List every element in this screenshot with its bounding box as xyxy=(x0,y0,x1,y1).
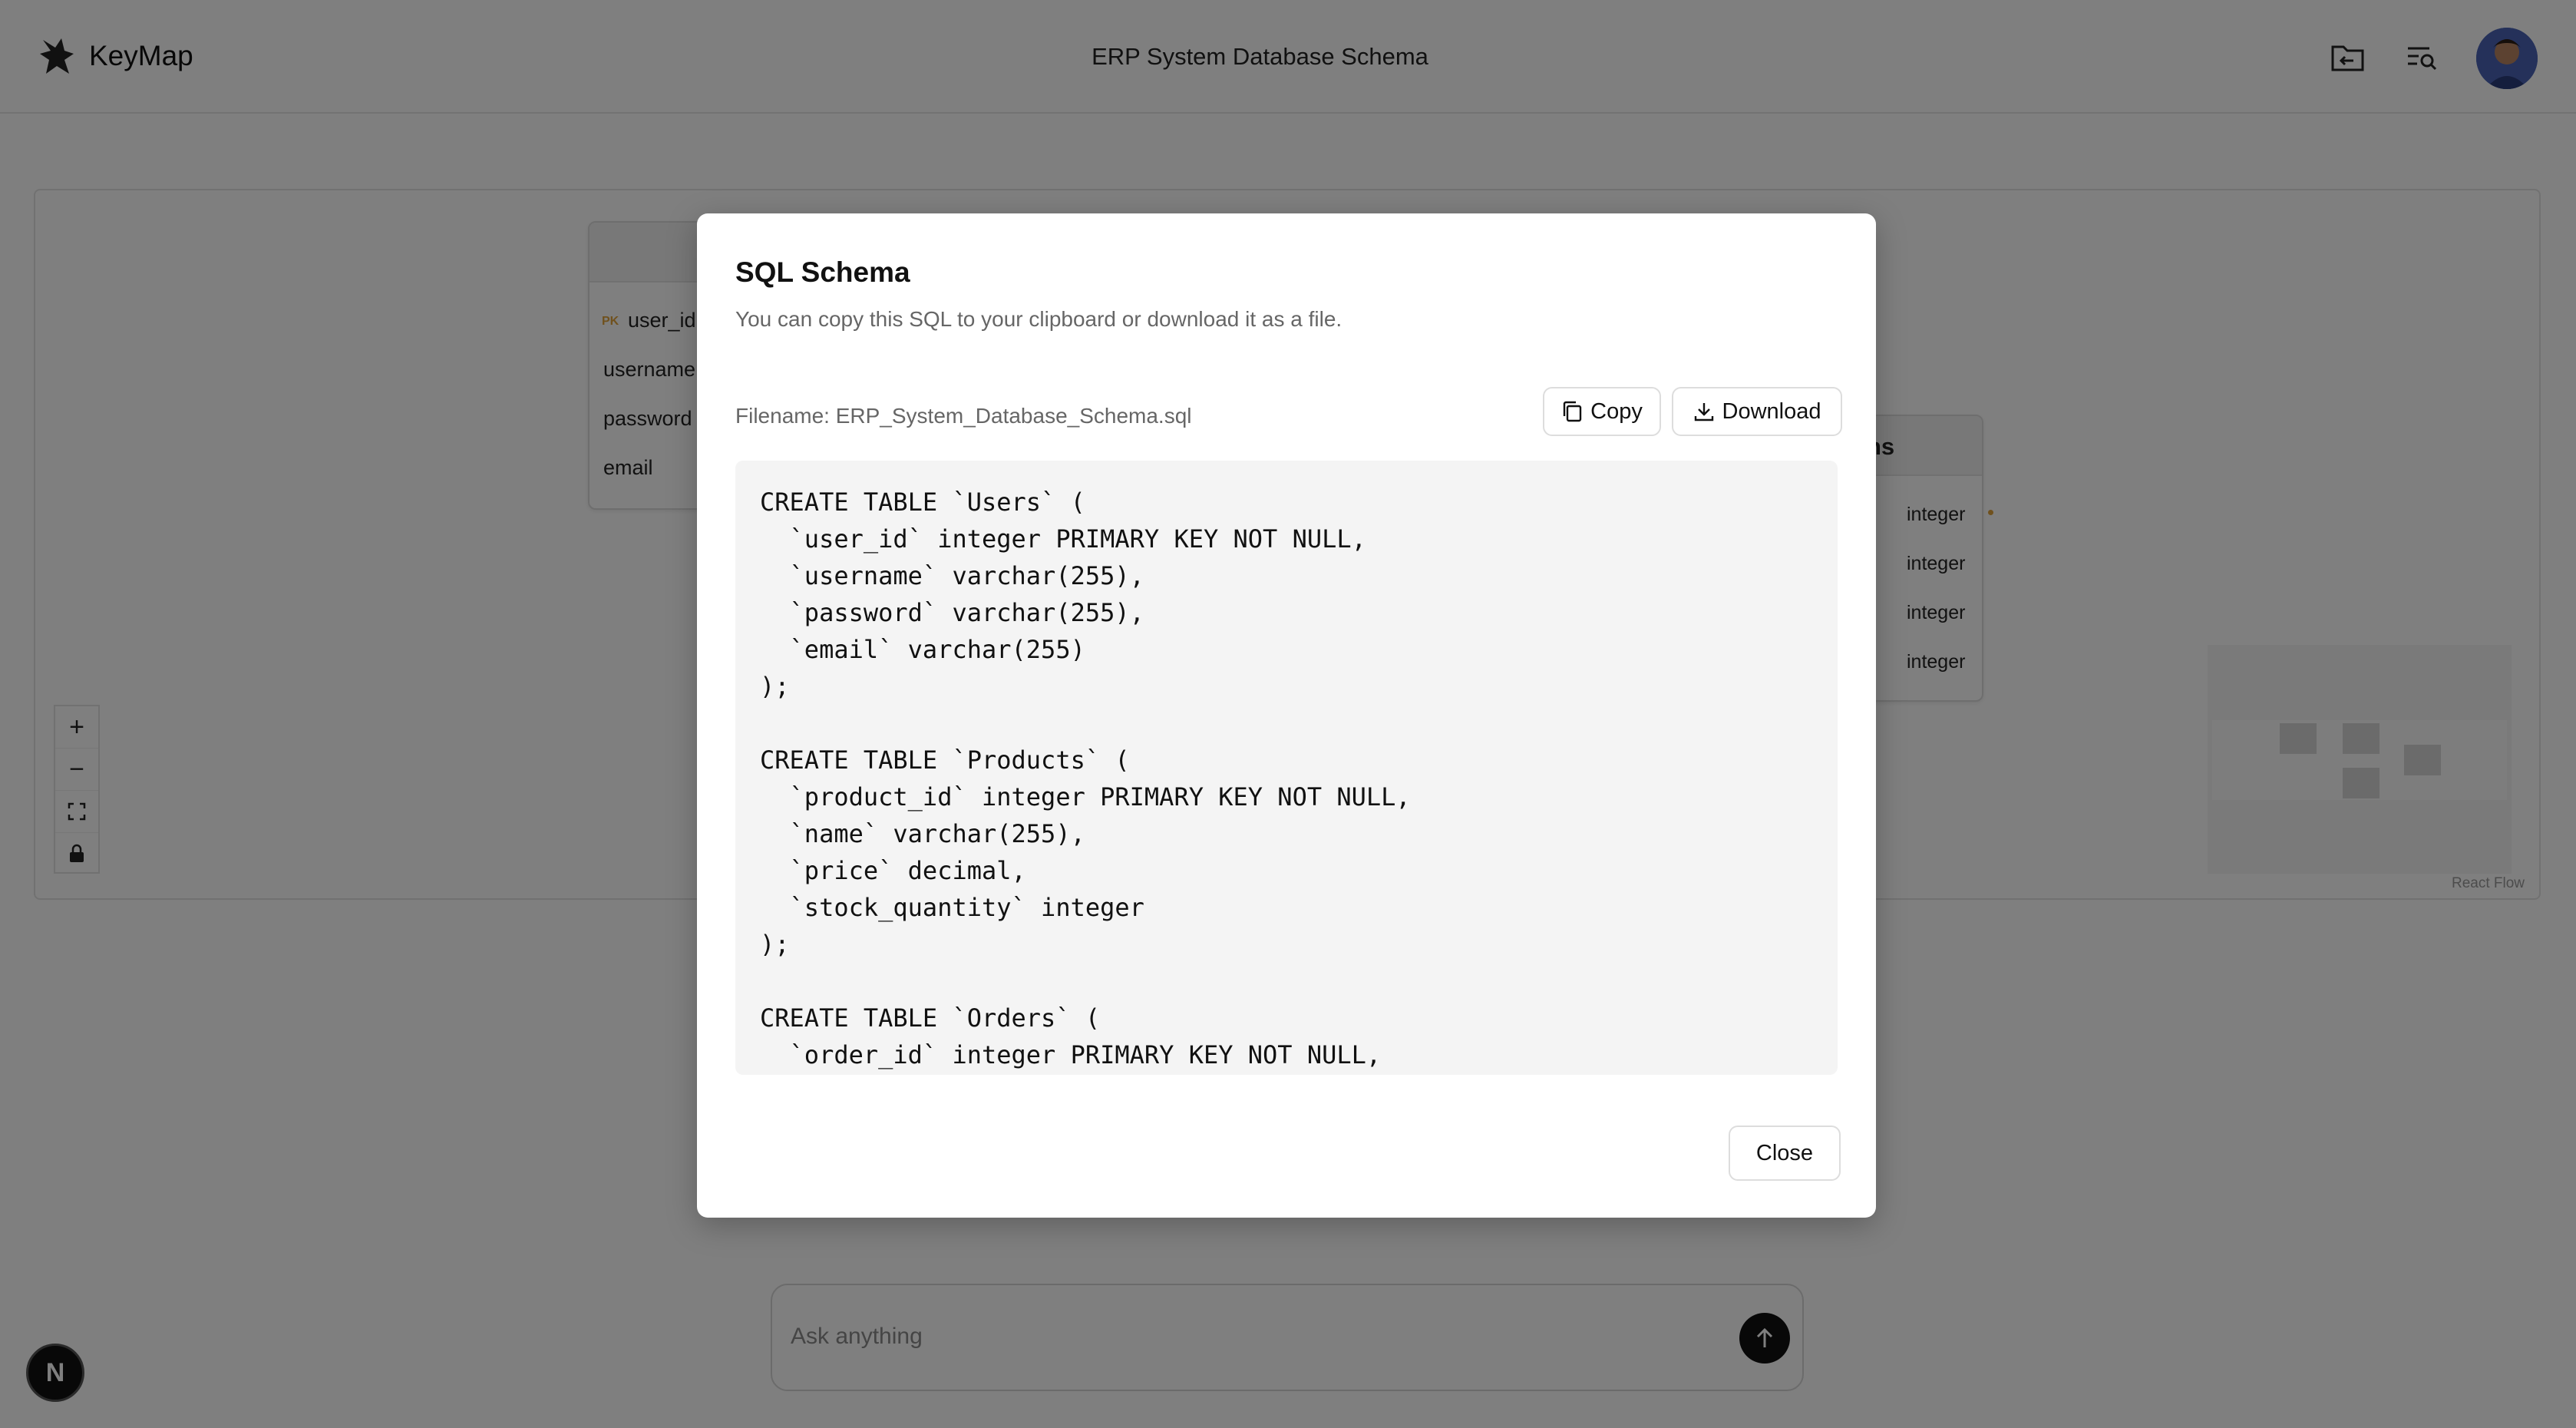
copy-label: Copy xyxy=(1590,398,1643,424)
close-button[interactable]: Close xyxy=(1729,1126,1841,1181)
download-button[interactable]: Download xyxy=(1672,387,1842,436)
filename-label: Filename: ERP_System_Database_Schema.sql xyxy=(735,404,1192,428)
sql-schema-dialog: SQL Schema You can copy this SQL to your… xyxy=(697,213,1876,1218)
close-label: Close xyxy=(1755,1140,1814,1165)
copy-icon xyxy=(1563,401,1582,422)
sql-code-text[interactable]: CREATE TABLE `Users` ( `user_id` integer… xyxy=(735,461,1838,1073)
dialog-title: SQL Schema xyxy=(735,256,910,288)
download-icon xyxy=(1694,403,1713,421)
sql-code-block[interactable]: CREATE TABLE `Users` ( `user_id` integer… xyxy=(735,461,1838,1075)
download-label: Download xyxy=(1722,398,1821,424)
dialog-description: You can copy this SQL to your clipboard … xyxy=(735,307,1342,331)
copy-button[interactable]: Copy xyxy=(1543,387,1661,436)
